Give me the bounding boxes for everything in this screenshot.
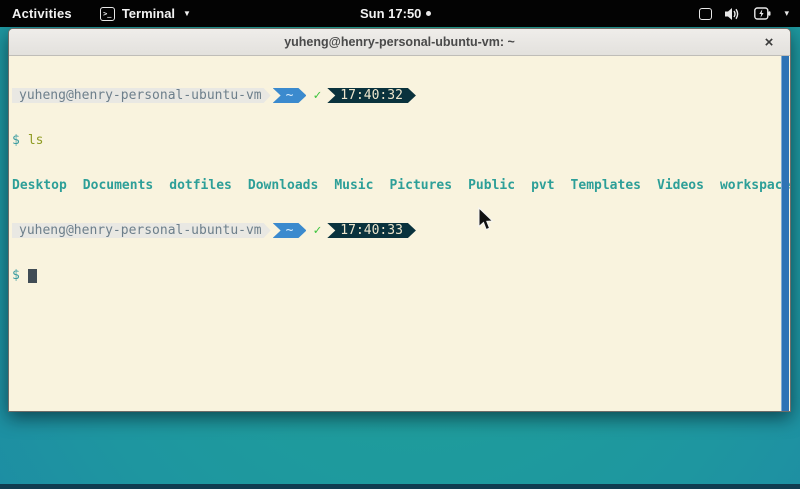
top-bar: Activities >_ Terminal ▼ Sun 17:50 ▾: [0, 0, 800, 27]
prompt-path-segment: ~: [273, 223, 307, 238]
clock-label: Sun 17:50: [360, 6, 421, 21]
prompt-time-segment: 17:40:33: [327, 223, 416, 238]
terminal-window: yuheng@henry-personal-ubuntu-vm: ~ × yuh…: [8, 28, 791, 412]
dir-entry: Music: [334, 178, 373, 193]
prompt-user-segment: yuheng@henry-personal-ubuntu-vm: [12, 88, 271, 103]
prompt-symbol: $: [12, 268, 20, 283]
app-menu-terminal[interactable]: >_ Terminal ▼: [100, 6, 191, 21]
dir-entry: Downloads: [248, 178, 318, 193]
scrollbar[interactable]: [780, 56, 790, 411]
window-title: yuheng@henry-personal-ubuntu-vm: ~: [284, 35, 515, 49]
command-line: $ ls: [12, 133, 790, 148]
chevron-down-icon: ▼: [183, 9, 191, 18]
dir-entry: dotfiles: [169, 178, 232, 193]
dir-entry: Desktop: [12, 178, 67, 193]
window-titlebar[interactable]: yuheng@henry-personal-ubuntu-vm: ~ ×: [9, 29, 790, 56]
activities-button[interactable]: Activities: [12, 6, 72, 21]
ls-output-line: Desktop Documents dotfiles Downloads Music Pi…: [12, 178, 790, 193]
prompt-line: yuheng@henry-personal-ubuntu-vm~✓17:40:3…: [12, 88, 790, 103]
dir-entry: Public: [468, 178, 515, 193]
dir-entry: Pictures: [389, 178, 452, 193]
input-line: $: [12, 268, 790, 283]
mouse-cursor-icon: [478, 207, 496, 233]
battery-charging-icon: [754, 7, 771, 20]
dir-entry: Videos: [657, 178, 704, 193]
system-status-area[interactable]: ▾: [699, 7, 789, 21]
text-cursor: [28, 269, 37, 283]
dir-entry: pvt: [531, 178, 554, 193]
terminal-app-icon: >_: [100, 7, 115, 21]
notification-dot-icon: [426, 11, 431, 16]
dir-entry: Documents: [83, 178, 153, 193]
dir-entry: Templates: [571, 178, 641, 193]
terminal-screen[interactable]: yuheng@henry-personal-ubuntu-vm~✓17:40:3…: [9, 56, 790, 411]
chevron-down-icon: ▾: [784, 8, 789, 19]
prompt-symbol: $: [12, 133, 20, 148]
prompt-line: yuheng@henry-personal-ubuntu-vm~✓17:40:3…: [12, 223, 790, 238]
desktop-bottom-strip: [0, 484, 800, 489]
app-menu-label: Terminal: [122, 6, 175, 21]
check-icon: ✓: [306, 223, 327, 238]
volume-icon: [725, 7, 741, 21]
scrollbar-thumb[interactable]: [781, 56, 789, 411]
prompt-user-segment: yuheng@henry-personal-ubuntu-vm: [12, 223, 271, 238]
check-icon: ✓: [306, 88, 327, 103]
close-icon[interactable]: ×: [759, 32, 779, 52]
prompt-path-segment: ~: [273, 88, 307, 103]
clock-menu[interactable]: Sun 17:50: [360, 6, 431, 21]
prompt-time-segment: 17:40:32: [327, 88, 416, 103]
command-text: ls: [28, 133, 44, 148]
screen-icon: [699, 8, 712, 20]
